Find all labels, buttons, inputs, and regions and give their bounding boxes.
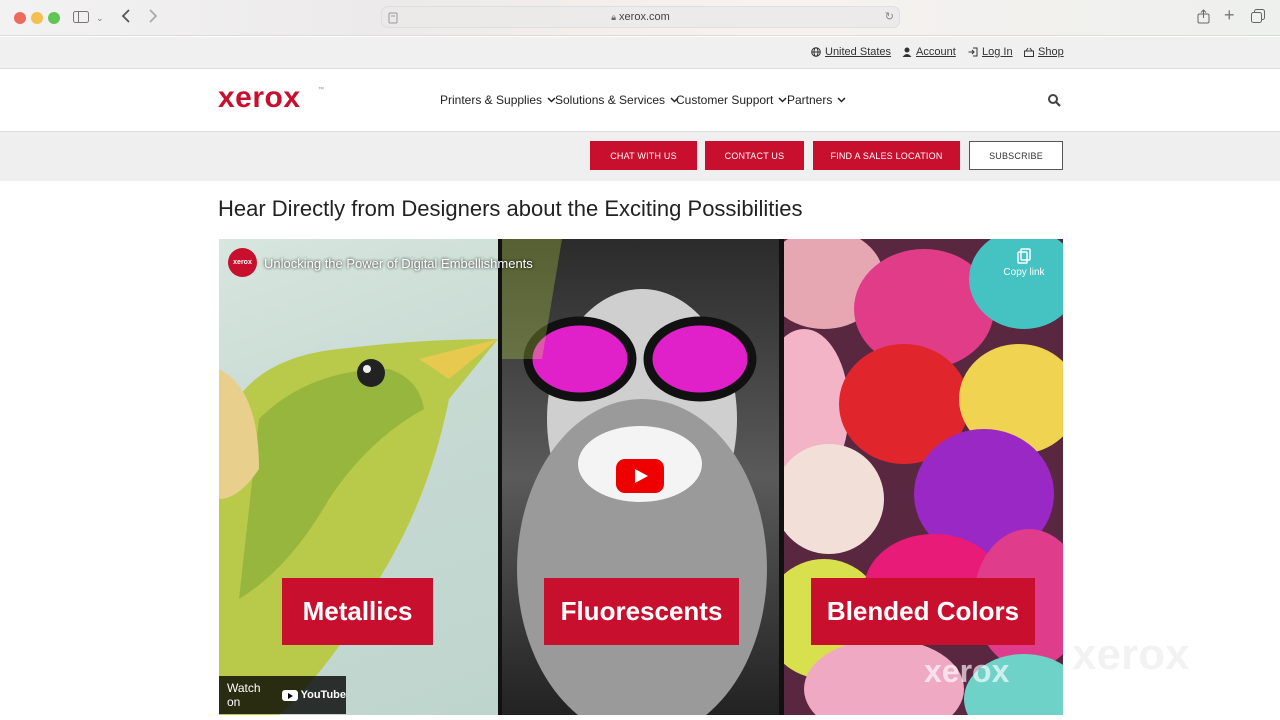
- blended-colors-label: Blended Colors: [811, 578, 1035, 645]
- video-title[interactable]: Unlocking the Power of Digital Embellish…: [264, 256, 533, 271]
- xerox-logo[interactable]: xerox: [218, 81, 301, 115]
- action-bar: CHAT WITH US CONTACT US FIND A SALES LOC…: [0, 132, 1280, 181]
- youtube-label: YouTube: [300, 689, 346, 701]
- metallics-panel: Metallics: [219, 239, 498, 715]
- youtube-logo: YouTube: [281, 689, 346, 701]
- find-sales-location-button[interactable]: FIND A SALES LOCATION: [813, 141, 960, 170]
- contact-us-button[interactable]: CONTACT US: [705, 141, 804, 170]
- account-label: Account: [916, 46, 956, 58]
- lock-icon: 🔒︎: [611, 12, 616, 22]
- country-label: United States: [825, 46, 892, 58]
- new-tab-icon[interactable]: +: [1224, 6, 1235, 24]
- xerox-watermark: xerox: [924, 653, 1010, 689]
- menu-partners[interactable]: Partners: [787, 93, 846, 107]
- reload-icon[interactable]: ↻: [885, 7, 894, 27]
- login-label: Log In: [982, 46, 1013, 58]
- account-link[interactable]: Account: [902, 46, 956, 58]
- chevron-down-icon: [837, 97, 846, 103]
- watch-on-youtube-button[interactable]: Watch on YouTube: [219, 676, 346, 714]
- country-selector[interactable]: United States: [811, 46, 891, 58]
- chevron-down-icon[interactable]: ⌄: [96, 9, 104, 27]
- close-window-button[interactable]: [14, 12, 26, 24]
- page-settings-icon[interactable]: [388, 11, 398, 31]
- forward-arrow-icon[interactable]: [148, 9, 158, 27]
- share-icon[interactable]: [1197, 9, 1210, 28]
- menu-label: Customer Support: [676, 93, 774, 107]
- menu-label: Partners: [787, 93, 833, 107]
- shop-icon: [1024, 47, 1034, 57]
- youtube-play-icon: [281, 689, 298, 701]
- sidebar-toggle-icon[interactable]: [73, 9, 89, 27]
- globe-icon: [811, 47, 821, 57]
- blended-colors-panel: Blended Colors xerox: [759, 239, 1063, 715]
- search-icon[interactable]: [1048, 94, 1061, 112]
- minimize-window-button[interactable]: [31, 12, 43, 24]
- browser-toolbar: ⌄ 🔒︎ xerox.com ↻ +: [0, 0, 1280, 36]
- main-navigation: xerox ™ Printers & Supplies Solutions & …: [0, 69, 1280, 132]
- login-icon: [968, 47, 978, 57]
- menu-solutions-services[interactable]: Solutions & Services: [555, 93, 679, 107]
- page-title: Hear Directly from Designers about the E…: [218, 196, 803, 221]
- copy-link-label: Copy link: [1003, 267, 1045, 278]
- back-arrow-icon[interactable]: [121, 9, 131, 27]
- menu-label: Solutions & Services: [555, 93, 666, 107]
- shop-link[interactable]: Shop: [1024, 46, 1064, 58]
- fluorescents-label: Fluorescents: [544, 578, 739, 645]
- youtube-video-player[interactable]: Metallics Fluorescents Blended Colors xe…: [219, 239, 1063, 715]
- subscribe-button[interactable]: SUBSCRIBE: [969, 141, 1063, 170]
- chat-with-us-button[interactable]: CHAT WITH US: [590, 141, 697, 170]
- trademark-mark: ™: [318, 87, 324, 93]
- channel-avatar[interactable]: xerox: [228, 248, 257, 277]
- watch-on-label: Watch on: [227, 681, 261, 709]
- page-watermark: xerox: [1072, 630, 1190, 679]
- menu-printers-supplies[interactable]: Printers & Supplies: [440, 93, 556, 107]
- copy-icon: [1017, 248, 1031, 264]
- login-link[interactable]: Log In: [968, 46, 1013, 58]
- zoom-window-button[interactable]: [48, 12, 60, 24]
- address-bar[interactable]: 🔒︎ xerox.com ↻: [381, 6, 900, 28]
- url-text: xerox.com: [619, 11, 670, 23]
- menu-label: Printers & Supplies: [440, 93, 543, 107]
- menu-customer-support[interactable]: Customer Support: [676, 93, 787, 107]
- copy-link-button[interactable]: Copy link: [999, 248, 1049, 278]
- shop-label: Shop: [1038, 46, 1064, 58]
- utility-bar: United States Account Log In Shop: [0, 37, 1280, 69]
- user-icon: [902, 47, 912, 57]
- play-button[interactable]: [616, 459, 664, 493]
- metallics-label: Metallics: [282, 578, 433, 645]
- fluorescents-panel: Fluorescents: [502, 239, 779, 715]
- tab-overview-icon[interactable]: [1251, 9, 1265, 27]
